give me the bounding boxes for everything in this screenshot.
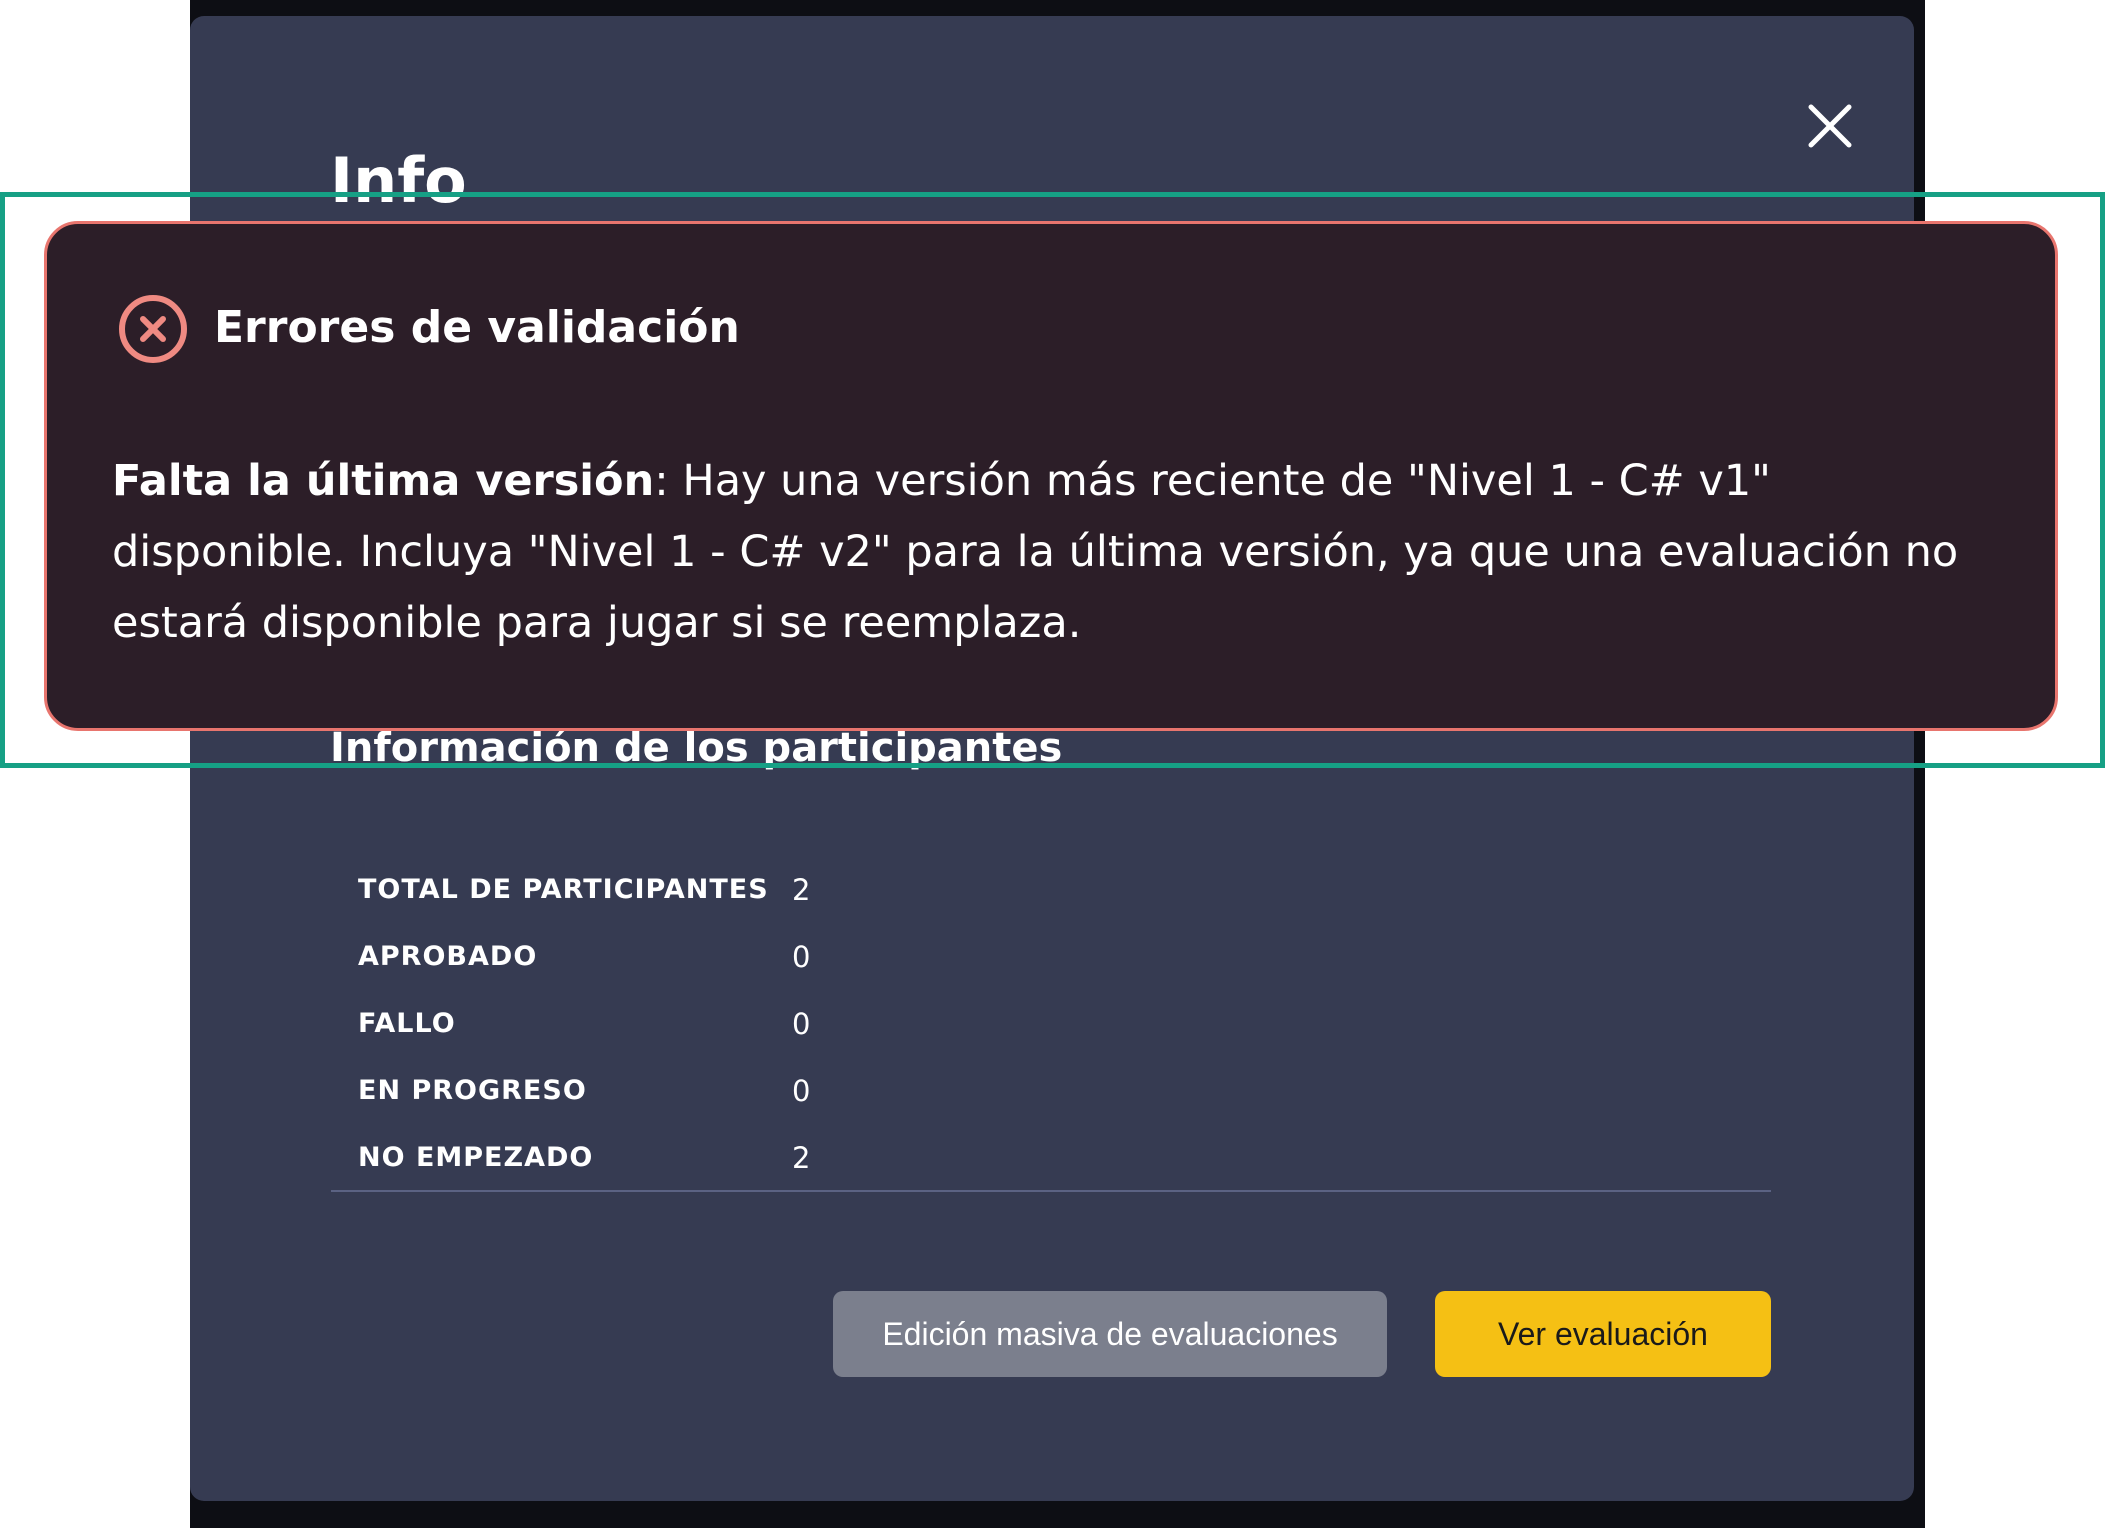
validation-error-title: Errores de validación: [214, 302, 740, 353]
close-button[interactable]: [1800, 96, 1860, 156]
error-message-bold: Falta la última versión: [112, 456, 655, 506]
participant-stats: TOTAL DE PARTICIPANTES 2 APROBADO 0 FALL…: [358, 856, 958, 1191]
bulk-edit-assessments-button[interactable]: Edición masiva de evaluaciones: [833, 1291, 1387, 1377]
stats-divider: [331, 1190, 1771, 1192]
stat-label: EN PROGRESO: [358, 1075, 587, 1106]
error-circle-x-icon: [119, 295, 187, 363]
validation-error-message: Falta la última versión: Hay una versión…: [112, 446, 1992, 659]
stat-row-in-progress: EN PROGRESO 0: [358, 1057, 958, 1124]
stat-label: TOTAL DE PARTICIPANTES: [358, 874, 769, 905]
stat-value: 0: [792, 939, 811, 974]
stat-row-total: TOTAL DE PARTICIPANTES 2: [358, 856, 958, 923]
stat-value: 2: [792, 1140, 811, 1175]
stat-label: APROBADO: [358, 941, 538, 972]
close-icon: [1808, 104, 1852, 148]
stat-value: 0: [792, 1006, 811, 1041]
stat-label: NO EMPEZADO: [358, 1142, 594, 1173]
stat-value: 2: [792, 872, 811, 907]
stat-row-failed: FALLO 0: [358, 990, 958, 1057]
stat-row-approved: APROBADO 0: [358, 923, 958, 990]
stat-row-not-started: NO EMPEZADO 2: [358, 1124, 958, 1191]
stat-label: FALLO: [358, 1008, 456, 1039]
stat-value: 0: [792, 1073, 811, 1108]
view-assessment-button[interactable]: Ver evaluación: [1435, 1291, 1771, 1377]
